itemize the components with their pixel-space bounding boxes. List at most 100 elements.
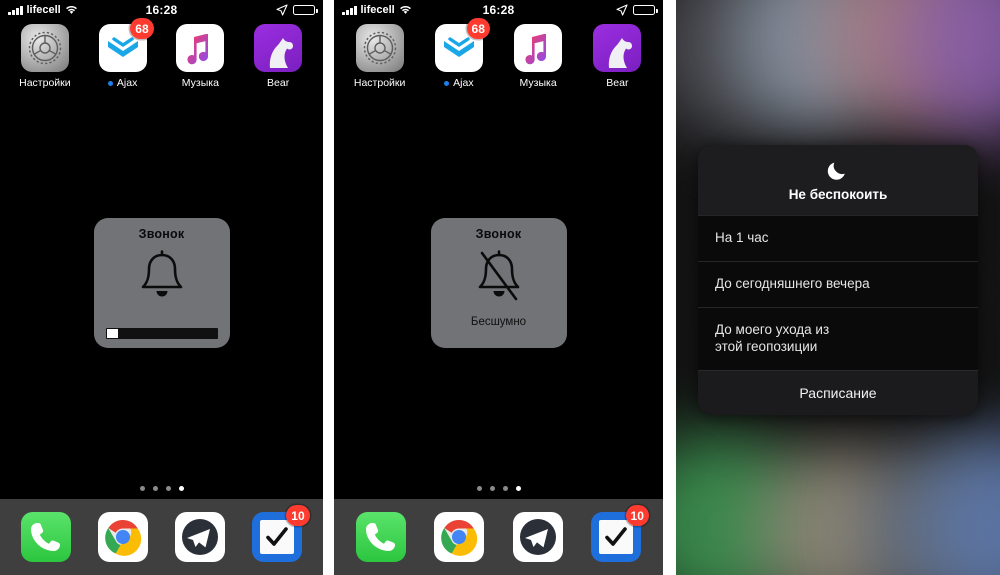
app-label: Ajax: [116, 77, 138, 89]
dock-app-chrome[interactable]: [434, 512, 485, 562]
bear-icon[interactable]: [593, 24, 642, 72]
page-dot-active[interactable]: [178, 486, 184, 491]
new-app-dot-icon: [107, 80, 113, 86]
home-screen-icon-row: Настройки 68 Ajax Музыка Bear: [0, 18, 323, 89]
bell-slash-icon: [467, 247, 531, 314]
app-badge: 10: [286, 505, 310, 526]
app-badge: 68: [130, 18, 154, 39]
checkbox-checkmark-icon[interactable]: 10: [590, 505, 649, 562]
dock-app-chrome[interactable]: [98, 512, 149, 562]
option-label: На 1 час: [715, 230, 769, 245]
music-note-icon[interactable]: [176, 24, 225, 72]
clock-label: 16:28: [482, 3, 515, 17]
dnd-schedule-button[interactable]: Расписание: [698, 369, 978, 415]
app-ajax[interactable]: 68 Ajax: [426, 18, 492, 89]
app-label-row: Ajax: [107, 77, 138, 89]
phone-handset-icon[interactable]: [21, 512, 72, 562]
bell-icon: [130, 247, 194, 314]
settings-gear-icon[interactable]: [355, 24, 404, 72]
status-bar-right: [276, 4, 318, 16]
phone-panel-ringer-volume: lifecell 16:28 Настройки 68 Ajax Музыка …: [0, 0, 323, 575]
app-badge: 68: [466, 18, 490, 39]
option-label: До моего ухода из: [715, 321, 830, 337]
home-screen-icon-row: Настройки 68 Ajax Музыка Bear: [334, 18, 663, 89]
dock-app-phone[interactable]: [21, 512, 72, 562]
phone-panel-silent-mode: lifecell 16:28 Настройки 68 Ajax Музыка …: [334, 0, 663, 575]
action-sheet-title: Не беспокоить: [788, 187, 888, 202]
volume-slider[interactable]: [105, 328, 218, 339]
dnd-option-until-evening[interactable]: До сегодняшнего вечера: [698, 260, 978, 307]
new-app-dot-icon: [444, 80, 450, 86]
do-not-disturb-action-sheet: Не беспокоить На 1 час До сегодняшнего в…: [698, 145, 978, 415]
checkbox-inner: [259, 520, 294, 554]
page-dot[interactable]: [489, 486, 495, 491]
hud-title: Звонок: [138, 227, 185, 241]
status-bar: lifecell 16:28: [334, 0, 663, 20]
dock: 10: [0, 499, 323, 575]
app-label: Музыка: [519, 77, 557, 89]
dock-app-things[interactable]: 10: [590, 505, 649, 562]
app-label: Настройки: [19, 77, 71, 89]
phone-panel-do-not-disturb: Не беспокоить На 1 час До сегодняшнего в…: [676, 0, 1000, 575]
page-dot[interactable]: [139, 486, 145, 491]
app-label: Bear: [606, 77, 629, 89]
app-label: Ajax: [453, 77, 474, 89]
dock-app-telegram[interactable]: [174, 512, 225, 562]
dock-app-telegram[interactable]: [512, 512, 563, 562]
location-arrow-icon: [276, 4, 288, 16]
status-bar: lifecell 16:28: [0, 0, 323, 20]
page-dots: [0, 486, 323, 491]
checkbox-checkmark-icon[interactable]: 10: [251, 505, 310, 562]
page-dot[interactable]: [165, 486, 171, 491]
app-badge: 10: [625, 505, 649, 526]
app-bear[interactable]: Bear: [245, 24, 311, 89]
ringer-volume-hud: Звонок: [93, 218, 230, 348]
hud-title: Звонок: [475, 227, 522, 241]
ajax-chevron-icon[interactable]: 68: [434, 18, 490, 72]
app-bear[interactable]: Bear: [584, 24, 650, 89]
app-settings[interactable]: Настройки: [12, 24, 78, 89]
app-ajax[interactable]: 68 Ajax: [90, 18, 156, 89]
dock: 10: [334, 499, 663, 575]
volume-slider-knob[interactable]: [106, 329, 118, 338]
option-label-line2: этой геопозиции: [715, 338, 818, 354]
dock-app-phone[interactable]: [356, 512, 407, 562]
app-label: Настройки: [353, 77, 406, 89]
page-dot[interactable]: [502, 486, 508, 491]
phone-handset-icon[interactable]: [356, 512, 407, 562]
page-dot[interactable]: [476, 486, 482, 491]
page-dots: [334, 486, 663, 491]
app-label: Bear: [267, 77, 290, 89]
app-label: Музыка: [181, 77, 219, 89]
location-arrow-icon: [616, 4, 628, 16]
app-music[interactable]: Музыка: [505, 24, 571, 89]
battery-icon: [633, 5, 658, 15]
chrome-icon[interactable]: [98, 512, 149, 562]
ajax-chevron-icon[interactable]: 68: [98, 18, 154, 72]
app-settings[interactable]: Настройки: [347, 24, 413, 89]
dock-app-things[interactable]: 10: [251, 505, 310, 562]
checkbox-inner: [598, 520, 633, 554]
page-dot[interactable]: [152, 486, 158, 491]
chrome-icon[interactable]: [434, 512, 485, 562]
music-note-icon[interactable]: [514, 24, 563, 72]
bear-icon[interactable]: [254, 24, 303, 72]
app-music[interactable]: Музыка: [167, 24, 233, 89]
hud-subtitle: Бесшумно: [470, 316, 527, 328]
app-label-row: Ajax: [444, 77, 474, 89]
option-label: До сегодняшнего вечера: [715, 275, 870, 291]
action-sheet-header: Не беспокоить: [698, 145, 978, 215]
status-bar-right: [616, 4, 658, 16]
dnd-option-until-leave-location[interactable]: До моего ухода из этой геопозиции: [698, 306, 978, 370]
page-dot-active[interactable]: [515, 486, 521, 491]
crescent-moon-icon: [827, 162, 845, 180]
battery-icon: [293, 5, 318, 15]
silent-mode-hud: Звонок Бесшумно: [430, 218, 567, 348]
telegram-paper-plane-icon[interactable]: [512, 512, 563, 562]
screenshot-stage: lifecell 16:28 Настройки 68 Ajax Музыка …: [0, 0, 1000, 575]
schedule-label: Расписание: [799, 384, 877, 401]
telegram-paper-plane-icon[interactable]: [174, 512, 225, 562]
dnd-option-one-hour[interactable]: На 1 час: [698, 215, 978, 261]
clock-label: 16:28: [145, 3, 178, 17]
settings-gear-icon[interactable]: [20, 24, 69, 72]
